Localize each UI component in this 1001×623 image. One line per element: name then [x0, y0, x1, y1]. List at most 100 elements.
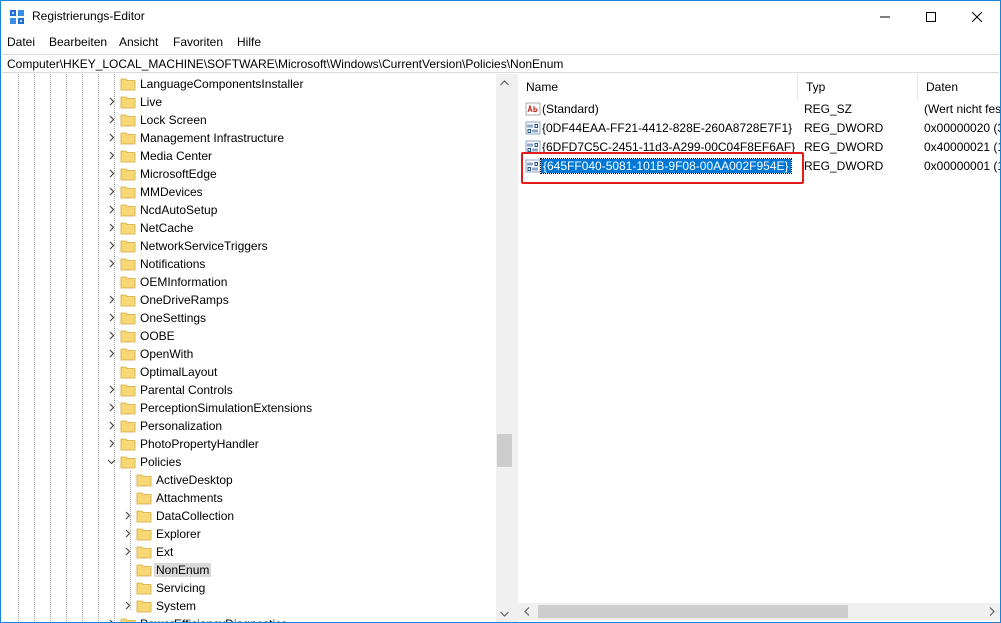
menu-datei[interactable]: Datei — [7, 35, 35, 49]
chevron-right-icon[interactable] — [107, 259, 116, 268]
tree-item[interactable]: OEMInformation — [2, 273, 496, 291]
chevron-right-icon[interactable] — [107, 133, 116, 142]
chevron-right-icon[interactable] — [107, 619, 116, 622]
tree-item-label[interactable]: NonEnum — [154, 563, 212, 577]
chevron-right-icon[interactable] — [107, 403, 116, 412]
scroll-left-button[interactable] — [518, 603, 535, 620]
chevron-right-icon[interactable] — [107, 331, 116, 340]
tree-item[interactable]: Ext — [2, 543, 496, 561]
tree-item[interactable]: NonEnum — [2, 561, 496, 579]
tree-item[interactable]: NetworkServiceTriggers — [2, 237, 496, 255]
tree-item[interactable]: OptimalLayout — [2, 363, 496, 381]
chevron-right-icon[interactable] — [107, 169, 116, 178]
tree-item-label[interactable]: MMDevices — [138, 185, 205, 199]
chevron-right-icon[interactable] — [123, 529, 132, 538]
key-tree-pane[interactable]: LanguageComponentsInstaller Live Lock Scre… — [2, 74, 513, 622]
tree-item[interactable]: Personalization — [2, 417, 496, 435]
tree-item-label[interactable]: OptimalLayout — [138, 365, 219, 379]
menu-favoriten[interactable]: Favoriten — [173, 35, 223, 49]
tree-item-label[interactable]: ActiveDesktop — [154, 473, 235, 487]
chevron-right-icon[interactable] — [123, 511, 132, 520]
tree-item[interactable]: OpenWith — [2, 345, 496, 363]
value-row[interactable]: {0DF44EAA-FF21-4412-828E-260A8728E7F1} RE… — [518, 118, 1000, 137]
tree-item-label[interactable]: Servicing — [154, 581, 207, 595]
chevron-right-icon[interactable] — [107, 151, 116, 160]
chevron-right-icon[interactable] — [107, 187, 116, 196]
column-data-header[interactable]: Daten — [918, 74, 1000, 99]
tree-item-label[interactable]: OneSettings — [138, 311, 208, 325]
tree-item[interactable]: Management Infrastructure — [2, 129, 496, 147]
tree-item-label[interactable]: Management Infrastructure — [138, 131, 286, 145]
tree-item-label[interactable]: NetCache — [138, 221, 195, 235]
tree-item[interactable]: PerceptionSimulationExtensions — [2, 399, 496, 417]
tree-item[interactable]: System — [2, 597, 496, 615]
tree-item-label[interactable]: OpenWith — [138, 347, 195, 361]
tree-item[interactable]: Notifications — [2, 255, 496, 273]
tree-item[interactable]: Lock Screen — [2, 111, 496, 129]
tree-item[interactable]: OneDriveRamps — [2, 291, 496, 309]
tree-item-label[interactable]: Notifications — [138, 257, 207, 271]
chevron-right-icon[interactable] — [107, 223, 116, 232]
tree-item-label[interactable]: NetworkServiceTriggers — [138, 239, 270, 253]
address-bar[interactable]: Computer\HKEY_LOCAL_MACHINE\SOFTWARE\Mic… — [2, 54, 999, 73]
close-button[interactable] — [954, 1, 1000, 32]
chevron-right-icon[interactable] — [107, 421, 116, 430]
maximize-button[interactable] — [908, 1, 954, 32]
chevron-right-icon[interactable] — [107, 295, 116, 304]
tree-item-label[interactable]: Lock Screen — [138, 113, 209, 127]
tree-item-label[interactable]: Explorer — [154, 527, 203, 541]
tree-item[interactable]: MMDevices — [2, 183, 496, 201]
tree-item[interactable]: LanguageComponentsInstaller — [2, 75, 496, 93]
column-name-header[interactable]: Name — [518, 74, 798, 99]
tree-item-label[interactable]: Parental Controls — [138, 383, 235, 397]
tree-item[interactable]: PowerEfficiencyDiagnostics — [2, 615, 496, 622]
tree-item[interactable]: NcdAutoSetup — [2, 201, 496, 219]
chevron-right-icon[interactable] — [107, 205, 116, 214]
chevron-right-icon[interactable] — [107, 439, 116, 448]
scroll-up-button[interactable] — [496, 74, 513, 91]
scroll-right-button[interactable] — [983, 603, 1000, 620]
column-type-header[interactable]: Typ — [798, 74, 918, 99]
tree-item[interactable]: Policies — [2, 453, 496, 471]
value-row[interactable]: (Standard) REG_SZ (Wert nicht fes — [518, 99, 1000, 118]
chevron-right-icon[interactable] — [107, 349, 116, 358]
tree-item[interactable]: Parental Controls — [2, 381, 496, 399]
tree-item-label[interactable]: Personalization — [138, 419, 224, 433]
tree-item[interactable]: OneSettings — [2, 309, 496, 327]
chevron-right-icon[interactable] — [107, 241, 116, 250]
tree-item-label[interactable]: System — [154, 599, 198, 613]
chevron-right-icon[interactable] — [107, 115, 116, 124]
tree-item[interactable]: DataCollection — [2, 507, 496, 525]
menu-ansicht[interactable]: Ansicht — [119, 35, 158, 49]
menu-hilfe[interactable]: Hilfe — [237, 35, 261, 49]
tree-item[interactable]: ActiveDesktop — [2, 471, 496, 489]
list-horizontal-scrollbar[interactable] — [518, 603, 1000, 620]
chevron-right-icon[interactable] — [123, 601, 132, 610]
tree-item-label[interactable]: OEMInformation — [138, 275, 229, 289]
tree-item[interactable]: PhotoPropertyHandler — [2, 435, 496, 453]
value-name[interactable]: (Standard) — [542, 102, 599, 116]
tree-item-label[interactable]: Media Center — [138, 149, 214, 163]
tree-scroll-thumb[interactable] — [497, 434, 512, 467]
tree-item[interactable]: Media Center — [2, 147, 496, 165]
tree-item-label[interactable]: LanguageComponentsInstaller — [138, 77, 305, 91]
tree-item[interactable]: Explorer — [2, 525, 496, 543]
address-path[interactable]: Computer\HKEY_LOCAL_MACHINE\SOFTWARE\Mic… — [7, 57, 563, 71]
chevron-right-icon[interactable] — [123, 547, 132, 556]
tree-item[interactable]: NetCache — [2, 219, 496, 237]
tree-item-label[interactable]: OOBE — [138, 329, 177, 343]
scroll-down-button[interactable] — [496, 605, 513, 622]
tree-item-label[interactable]: DataCollection — [154, 509, 236, 523]
menu-bearbeiten[interactable]: Bearbeiten — [49, 35, 107, 49]
title-bar[interactable]: Registrierungs-Editor — [1, 1, 1000, 32]
tree-item-label[interactable]: Policies — [138, 455, 183, 469]
minimize-button[interactable] — [862, 1, 908, 32]
chevron-right-icon[interactable] — [107, 97, 116, 106]
tree-item-label[interactable]: NcdAutoSetup — [138, 203, 219, 217]
tree-item[interactable]: Live — [2, 93, 496, 111]
tree-item[interactable]: OOBE — [2, 327, 496, 345]
tree-item[interactable]: Servicing — [2, 579, 496, 597]
tree-item-label[interactable]: Live — [138, 95, 164, 109]
tree-item-label[interactable]: PhotoPropertyHandler — [138, 437, 261, 451]
chevron-down-icon[interactable] — [107, 457, 116, 466]
